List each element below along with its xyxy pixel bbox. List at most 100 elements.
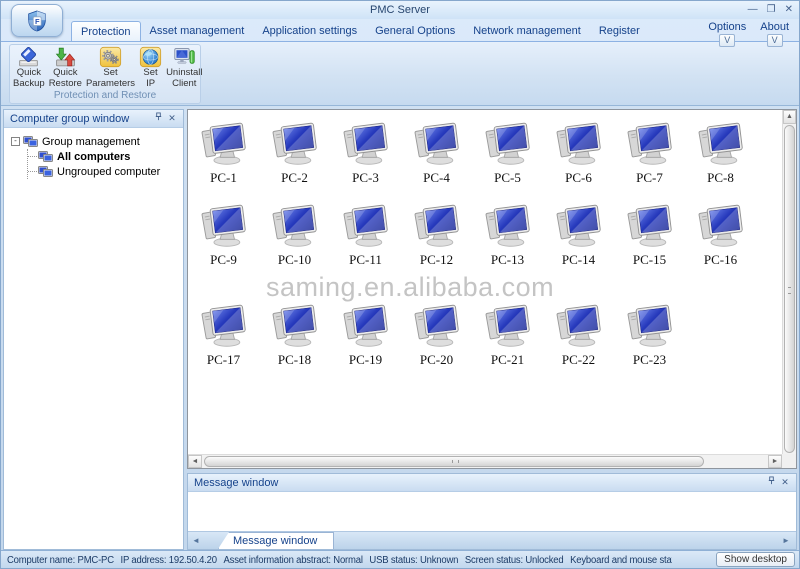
computer-label: PC-15 [632, 252, 667, 267]
computer-item[interactable]: PC-16 [685, 204, 756, 268]
about-menu-label[interactable]: About [760, 21, 789, 33]
options-menu-label[interactable]: Options [708, 21, 746, 33]
set-ip-button[interactable]: Set IP [137, 45, 164, 90]
computer-item[interactable]: PC-18 [259, 304, 330, 368]
computer-item[interactable]: PC-15 [614, 204, 685, 268]
computer-icon [201, 204, 246, 247]
tree-item-group-management[interactable]: - Group management [6, 134, 181, 149]
computer-item[interactable]: PC-12 [401, 204, 472, 268]
tab-network-management[interactable]: Network management [464, 21, 590, 41]
vertical-scrollbar[interactable]: ▲ [782, 110, 796, 454]
tree-item-all-computers-label: All computers [57, 150, 131, 163]
uninstall-client-button[interactable]: Uninstall Client [164, 45, 204, 90]
computer-item[interactable]: PC-13 [472, 204, 543, 268]
computer-item[interactable]: PC-9 [188, 204, 259, 268]
computer-item[interactable]: PC-3 [330, 122, 401, 186]
computer-icon [343, 304, 388, 347]
computer-label: PC-13 [490, 252, 525, 267]
tree-item-ungrouped-computer[interactable]: Ungrouped computer [28, 164, 181, 179]
scroll-left-icon[interactable]: ◄ [188, 455, 202, 468]
computer-item[interactable]: PC-11 [330, 204, 401, 268]
computer-icon [414, 304, 459, 347]
scroll-up-icon[interactable]: ▲ [783, 110, 796, 124]
computer-row: PC-9 PC-10 PC-11 PC-12 PC-13 PC-14 PC-15… [188, 204, 782, 268]
maximize-icon[interactable]: ❐ [767, 3, 776, 16]
panel-close-icon[interactable]: ✕ [165, 112, 179, 125]
tree-item-all-computers[interactable]: All computers [28, 149, 181, 164]
computers-canvas: PC-1 PC-2 PC-3 PC-4 PC-5 PC-6 PC-7 PC-8 … [187, 109, 797, 469]
app-menu-button[interactable]: F [11, 4, 63, 37]
tab-application-settings[interactable]: Application settings [253, 21, 366, 41]
computer-item[interactable]: PC-6 [543, 122, 614, 186]
computer-group-icon [38, 150, 53, 162]
computer-label: PC-20 [419, 352, 454, 367]
horizontal-scrollbar[interactable]: ◄ ► [188, 454, 782, 468]
status-usb: USB status: Unknown [369, 554, 459, 566]
vertical-scroll-thumb[interactable] [784, 125, 795, 453]
pin-icon[interactable] [764, 476, 778, 489]
computer-group-tree: - Group management All computers Ungroup… [4, 128, 183, 549]
computer-icon [272, 122, 317, 165]
computer-icon [343, 122, 388, 165]
computer-item[interactable]: PC-19 [330, 304, 401, 368]
tab-scroll-left-icon[interactable]: ◄ [188, 532, 204, 549]
message-window-tab[interactable]: Message window [218, 532, 335, 549]
computer-item[interactable]: PC-21 [472, 304, 543, 368]
show-desktop-button[interactable]: Show desktop [716, 552, 795, 567]
quick-restore-button-label: Quick Restore [48, 67, 82, 89]
computer-item[interactable]: PC-14 [543, 204, 614, 268]
computer-icon [201, 122, 246, 165]
about-menu: About V [760, 21, 789, 47]
set-ip-button-label: Set IP [143, 67, 158, 89]
computer-icon [343, 204, 388, 247]
horizontal-scroll-thumb[interactable] [204, 456, 704, 467]
computer-label: PC-11 [349, 252, 382, 267]
computer-item[interactable]: PC-5 [472, 122, 543, 186]
computer-item[interactable]: PC-22 [543, 304, 614, 368]
tab-register[interactable]: Register [590, 21, 649, 41]
set-parameters-button-label: Set Parameters [85, 67, 136, 89]
computer-item[interactable]: PC-4 [401, 122, 472, 186]
panel-close-icon[interactable]: ✕ [778, 476, 792, 489]
set-parameters-button[interactable]: Set Parameters [84, 45, 137, 90]
status-items: Computer name: PMC-PC IP address: 192.50.… [7, 551, 672, 568]
tab-general-options[interactable]: General Options [366, 21, 464, 41]
computer-icon [627, 204, 672, 247]
computer-label: PC-5 [494, 170, 521, 185]
tab-scroll-right-icon[interactable]: ► [778, 532, 794, 549]
scroll-right-icon[interactable]: ► [768, 455, 782, 468]
computer-icon [556, 204, 601, 247]
quick-restore-icon [55, 47, 76, 67]
about-dropdown-button[interactable]: V [766, 34, 783, 47]
computer-label: PC-6 [565, 170, 592, 185]
tab-asset-management[interactable]: Asset management [141, 21, 254, 41]
message-panel-header: Message window ✕ [188, 474, 796, 492]
computer-label: PC-8 [707, 170, 734, 185]
quick-backup-button[interactable]: Quick Backup [11, 45, 47, 90]
computer-icon [485, 304, 530, 347]
watermark: saming.en.alibaba.com [266, 272, 555, 302]
ribbon-group-caption: Protection and Restore [53, 90, 157, 101]
computer-item[interactable]: PC-7 [614, 122, 685, 186]
status-ip-address: IP address: 192.50.4.20 [120, 554, 218, 566]
pin-icon[interactable] [151, 112, 165, 125]
computer-item[interactable]: PC-23 [614, 304, 685, 368]
window-controls: — ❐ ✕ [748, 3, 793, 16]
computer-item[interactable]: PC-10 [259, 204, 330, 268]
quick-restore-button[interactable]: Quick Restore [47, 45, 84, 90]
computer-item[interactable]: PC-17 [188, 304, 259, 368]
close-icon[interactable]: ✕ [785, 3, 793, 16]
computer-item[interactable]: PC-8 [685, 122, 756, 186]
options-dropdown-button[interactable]: V [719, 34, 736, 47]
status-computer-name: Computer name: PMC-PC [7, 554, 114, 566]
computer-group-icon [38, 165, 53, 177]
workspace: Computer group window ✕ - Group manageme… [1, 106, 799, 550]
computer-item[interactable]: PC-1 [188, 122, 259, 186]
minimize-icon[interactable]: — [748, 3, 758, 16]
main-column: PC-1 PC-2 PC-3 PC-4 PC-5 PC-6 PC-7 PC-8 … [187, 109, 797, 550]
tab-protection[interactable]: Protection [71, 21, 141, 41]
collapse-icon[interactable]: - [11, 137, 20, 146]
computer-item[interactable]: PC-2 [259, 122, 330, 186]
computer-label: PC-3 [352, 170, 379, 185]
computer-item[interactable]: PC-20 [401, 304, 472, 368]
